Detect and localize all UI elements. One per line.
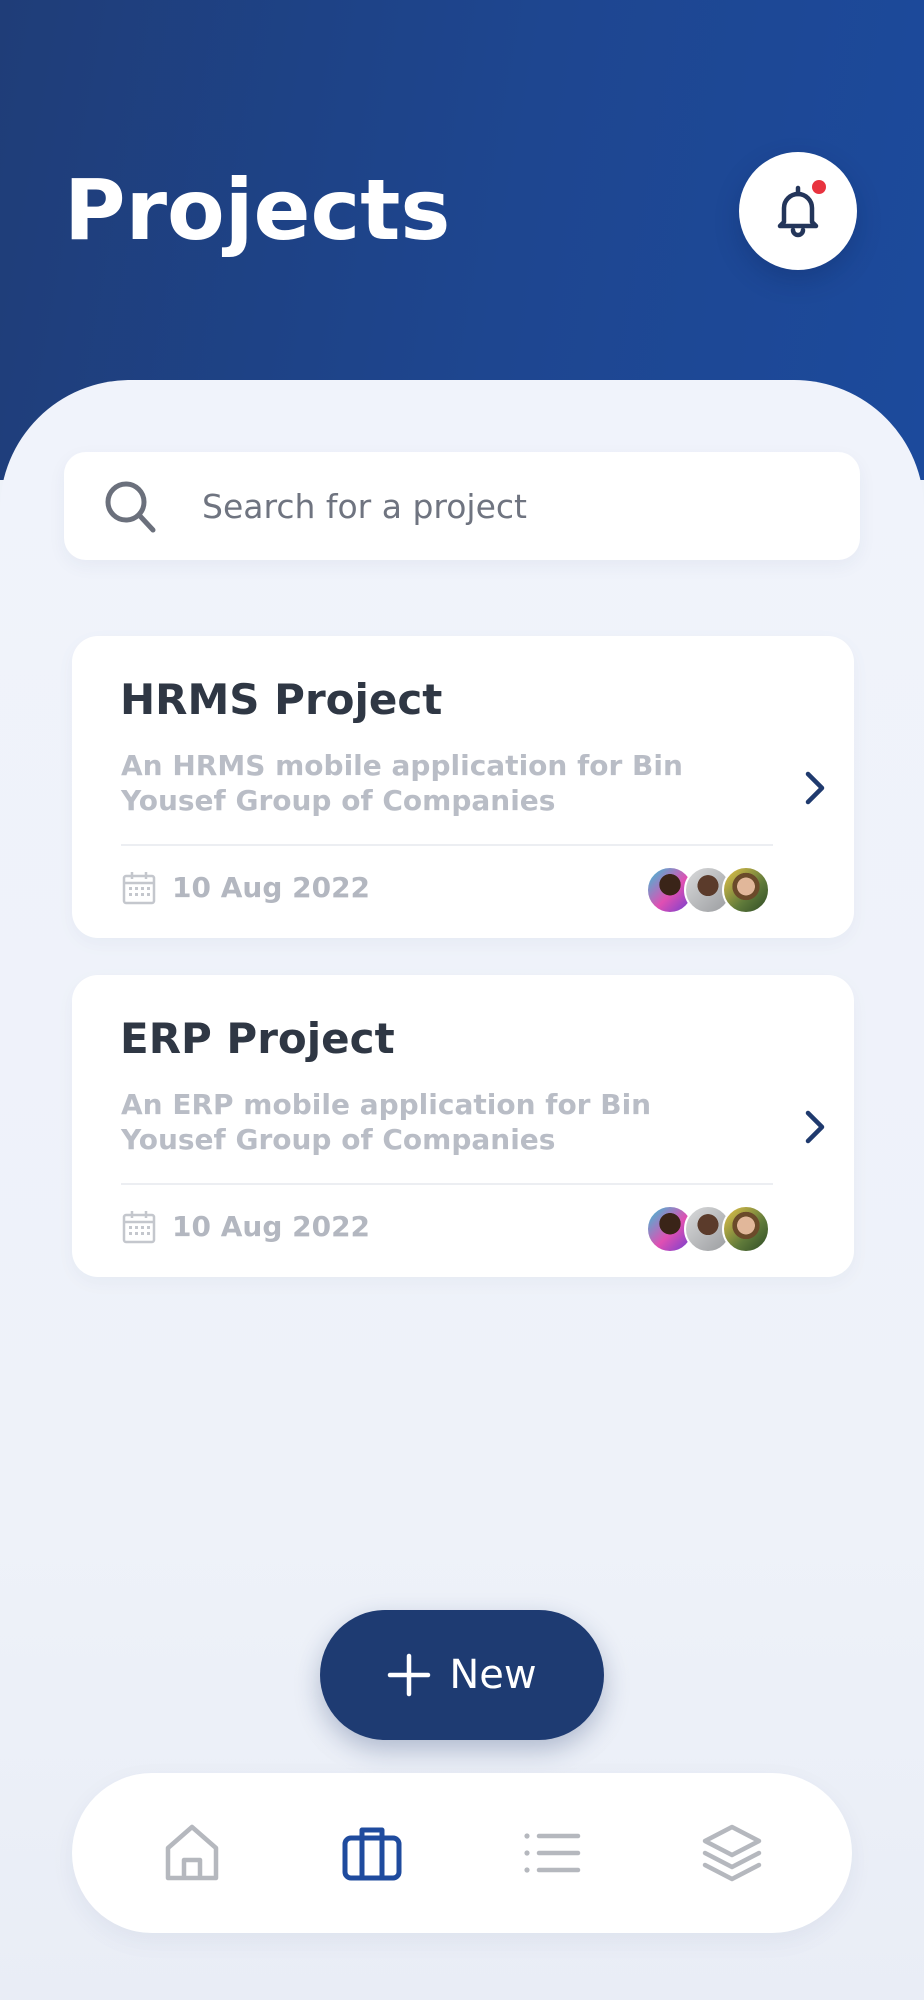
- avatar: [722, 866, 770, 914]
- home-icon: [165, 1824, 219, 1881]
- chevron-right-icon[interactable]: [800, 768, 830, 808]
- search-input[interactable]: [202, 452, 822, 560]
- member-avatars[interactable]: [646, 1205, 776, 1253]
- project-date: 10 Aug 2022: [172, 1210, 371, 1243]
- unread-badge: [812, 180, 826, 194]
- bottom-nav: [72, 1773, 852, 1933]
- layers-icon: [702, 1824, 762, 1882]
- project-description: An HRMS mobile application for Bin Youse…: [121, 749, 683, 817]
- project-title: ERP Project: [120, 1014, 395, 1063]
- nav-projects[interactable]: [330, 1811, 414, 1895]
- briefcase-icon: [342, 1827, 402, 1881]
- member-avatars[interactable]: [646, 866, 776, 914]
- project-date: 10 Aug 2022: [172, 871, 371, 904]
- avatar: [722, 1205, 770, 1253]
- new-project-button[interactable]: New: [320, 1610, 604, 1740]
- page-title: Projects: [64, 161, 451, 259]
- project-card[interactable]: HRMS Project An HRMS mobile application …: [72, 636, 854, 938]
- search-bar[interactable]: [64, 452, 860, 560]
- card-divider: [121, 1183, 773, 1185]
- plus-icon: [388, 1653, 431, 1697]
- notifications-button[interactable]: [739, 152, 857, 270]
- calendar-icon: [122, 872, 156, 905]
- list-icon: [524, 1833, 581, 1873]
- card-divider: [121, 844, 773, 846]
- nav-layers[interactable]: [690, 1811, 774, 1895]
- project-card[interactable]: ERP Project An ERP mobile application fo…: [72, 975, 854, 1277]
- calendar-icon: [122, 1211, 156, 1244]
- nav-list[interactable]: [510, 1811, 594, 1895]
- project-title: HRMS Project: [120, 675, 443, 724]
- new-button-label: New: [449, 1652, 537, 1698]
- nav-home[interactable]: [150, 1811, 234, 1895]
- search-icon: [105, 481, 156, 533]
- project-description: An ERP mobile application for Bin Yousef…: [121, 1088, 652, 1156]
- chevron-right-icon[interactable]: [800, 1107, 830, 1147]
